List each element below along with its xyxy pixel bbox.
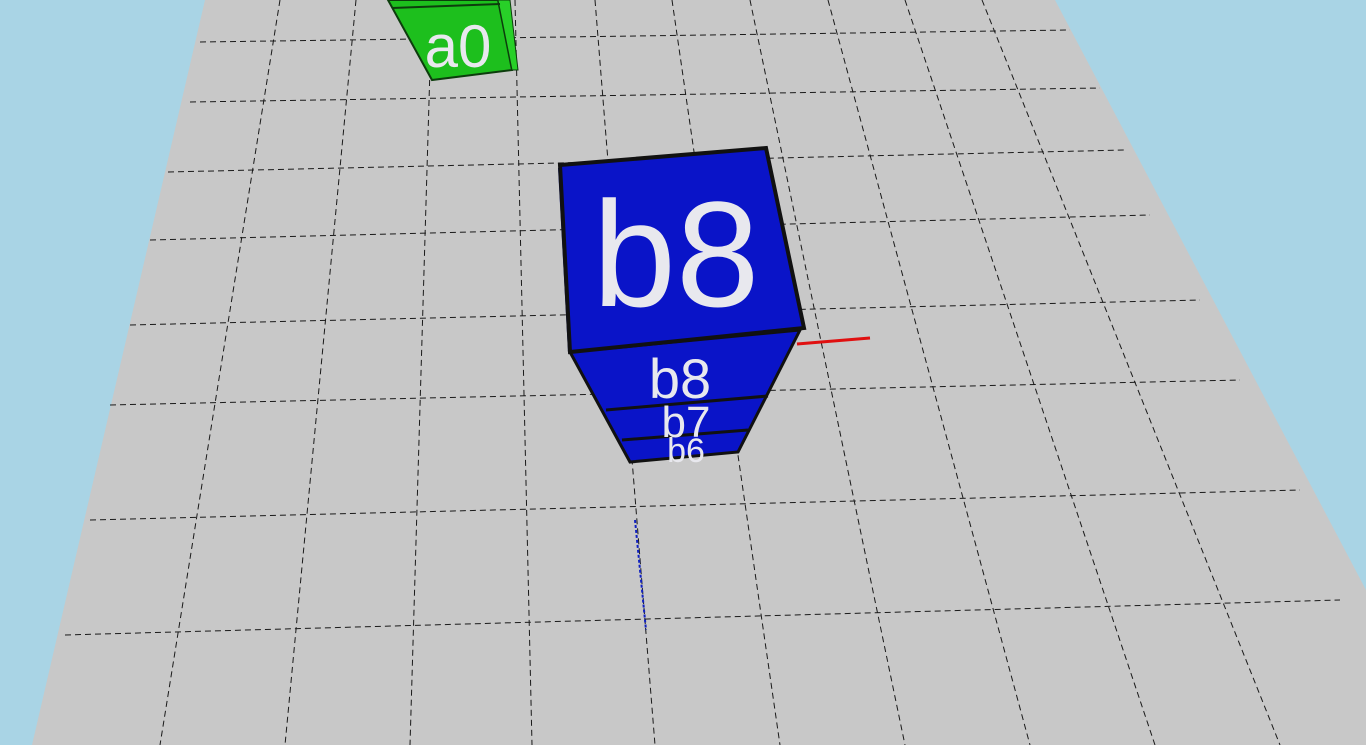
- 3d-viewport[interactable]: a0 b8 b7 b6 b8: [0, 0, 1366, 745]
- top-cube-label: b8: [593, 170, 760, 338]
- green-cube-label: a0: [425, 13, 492, 80]
- stack-label-b6: b6: [667, 432, 705, 470]
